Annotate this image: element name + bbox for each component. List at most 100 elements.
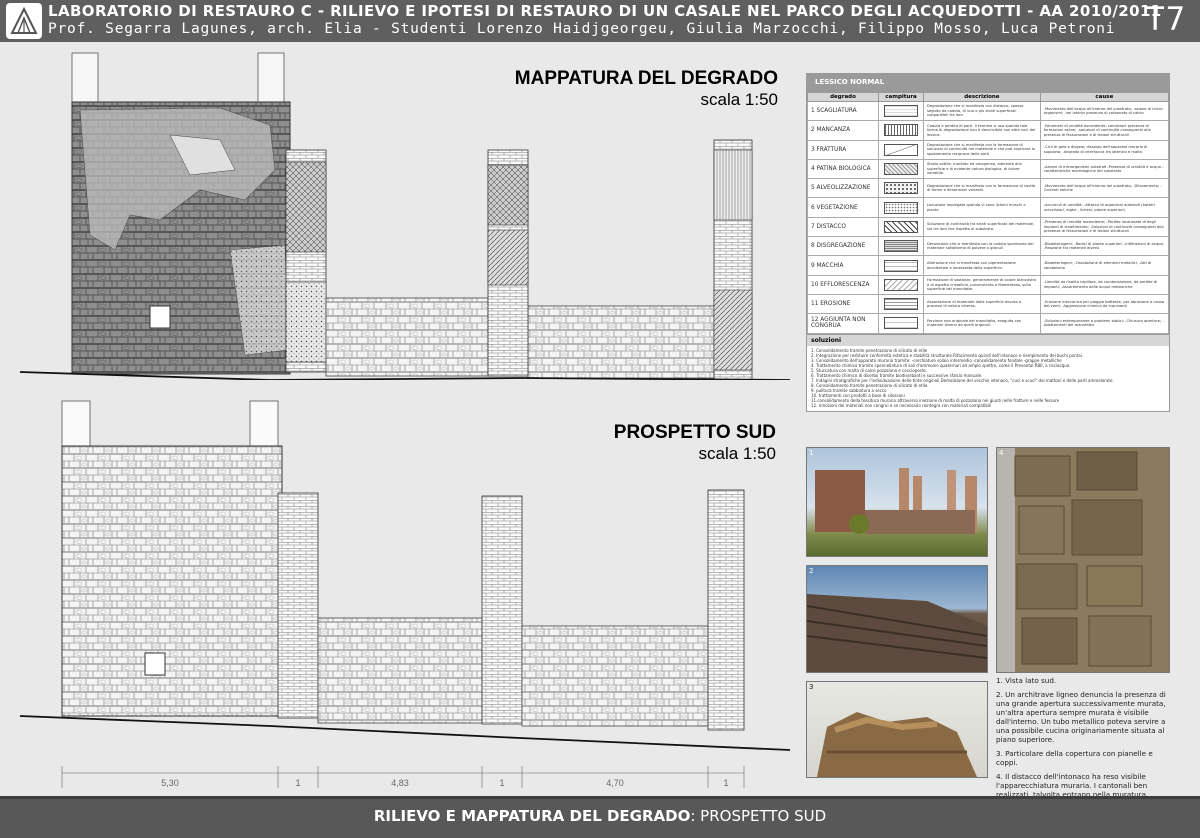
project-title: LABORATORIO DI RESTAURO C - RILIEVO E IP… <box>48 2 1162 20</box>
legend-row: 2 MANCANZA Caduta e perdita di parti. Il … <box>807 120 1170 141</box>
elevation-title: PROSPETTO SUD <box>613 422 776 443</box>
hatch-swatch <box>884 317 918 330</box>
caption-item: 3. Particolare della copertura con piane… <box>996 749 1153 767</box>
photo-number: 1 <box>809 449 814 457</box>
solutions-title: soluzioni <box>807 333 1169 346</box>
sheet-code: T7 <box>1145 0 1186 38</box>
legend-degrado: 12 AGGIUNTA NON CONGRUA <box>807 313 879 334</box>
legend-row: 3 FRATTURA Degradazione che si manifesta … <box>807 139 1170 160</box>
dimension-label: 1 <box>295 778 300 788</box>
legend-campitura <box>878 100 924 122</box>
legend-row: 12 AGGIUNTA NON CONGRUA Porzione non orig… <box>807 313 1170 334</box>
legend-header-campitura: campitura <box>878 92 924 102</box>
legend-degrado: 7 DISTACCO <box>807 216 879 238</box>
legend-cause: -Umidità da risalita capillare, da conde… <box>1039 274 1170 295</box>
photo-roof-detail: 3 <box>806 681 988 778</box>
caption-item: 2. Un architrave ligneo denuncia la pres… <box>996 690 1166 744</box>
legend-cause: -Movimento dell'acqua all'interno del su… <box>1039 178 1170 199</box>
legend-degrado: 5 ALVEOLIZZAZIONE <box>807 178 879 199</box>
mapping-title: MAPPATURA DEL DEGRADO <box>514 68 778 89</box>
legend-campitura <box>878 313 924 334</box>
dimension-label: 1 <box>499 778 504 788</box>
elevation-scale: scala 1:50 <box>698 444 777 463</box>
legend-degrado: 2 MANCANZA <box>807 120 879 141</box>
legend-header-descrizione: descrizione <box>923 92 1041 102</box>
hatch-swatch <box>884 143 918 156</box>
legend-cause: -Erosione meccanica per pioggia battente… <box>1039 293 1170 315</box>
legend-descrizione: Caduta e perdita di parti. Il termine si… <box>923 120 1041 141</box>
photo-masonry-detail: 4 <box>996 447 1170 673</box>
legend-row: 8 DISGREGAZIONE Decoesione che si manifes… <box>807 236 1170 257</box>
hatch-swatch <box>884 105 918 118</box>
legend-row: 6 VEGETAZIONE Locuzione impiegata quando … <box>807 197 1170 218</box>
legend-campitura <box>878 197 924 218</box>
legend-table: degrado campitura descrizione cause 1 SC… <box>807 92 1170 334</box>
footer-title: RILIEVO E MAPPATURA DEL DEGRADO <box>373 807 691 825</box>
legend-cause: -Biodeteriogeni; -Radici di piante super… <box>1039 236 1170 257</box>
mapping-scale: scala 1:50 <box>700 90 779 109</box>
legend-campitura <box>878 139 924 160</box>
hatch-swatch <box>884 124 918 137</box>
legend-descrizione: Degradazione che si manifesta con la for… <box>923 139 1041 160</box>
legend-descrizione: Porzione non originale del manufatto, es… <box>923 313 1041 334</box>
header-bar: LABORATORIO DI RESTAURO C - RILIEVO E IP… <box>0 0 1200 42</box>
hatch-swatch <box>884 163 918 176</box>
legend-header-cause: cause <box>1039 92 1170 102</box>
legend-header-degrado: degrado <box>807 92 879 102</box>
solution-item: 12. rimozioni dei materiali non congrui … <box>811 402 992 408</box>
legend-degrado: 10 EFFLORESCENZA <box>807 274 879 295</box>
legend-descrizione: Degradazione che si manifesta con distac… <box>923 100 1041 122</box>
legend-cause: -Cicli di gelo e disgelo; dissesto dell'… <box>1039 139 1170 160</box>
legend-campitura <box>878 158 924 180</box>
legend-cause: -Biodeteriogeni; -Ossidazione di element… <box>1039 255 1170 276</box>
hatch-swatch <box>884 201 918 214</box>
legend-descrizione: Degradazione che si manifesta con la for… <box>923 178 1041 199</box>
legend-descrizione: Soluzione di continuità tra strati super… <box>923 216 1041 238</box>
photo-south-view: 1 <box>806 447 988 557</box>
dimension-label: 1 <box>723 778 728 788</box>
legend-campitura <box>878 216 924 238</box>
legend-descrizione: Decoesione che si manifesta con la cadut… <box>923 236 1041 257</box>
legend-descrizione: Strato sottile, morbido ed omogeneo, ade… <box>923 158 1041 180</box>
legend-degrado: 8 DISGREGAZIONE <box>807 236 879 257</box>
legend-degrado: 11 EROSIONE <box>807 293 879 315</box>
legend-row: 11 EROSIONE Asportazione di materiale dal… <box>807 293 1170 315</box>
legend-cause: -Soluzioni estemporanee a problemi stati… <box>1039 313 1170 334</box>
legend-descrizione: Alterazione che si manifesta con pigment… <box>923 255 1041 276</box>
dimension-label: 4,83 <box>391 778 409 788</box>
authors-line: Prof. Segarra Lagunes, arch. Elia - Stud… <box>48 21 1116 37</box>
legend-descrizione: Formazione di sostanze, generalmente di … <box>923 274 1041 295</box>
legend-row: 10 EFFLORESCENZA Formazione di sostanze, … <box>807 274 1170 295</box>
legend-row: 1 SCAGLIATURA Degradazione che si manifes… <box>807 100 1170 122</box>
dimension-label: 4,70 <box>606 778 624 788</box>
legend-title: LESSICO NORMAL <box>807 74 1169 92</box>
degradation-legend: LESSICO NORMAL degrado campitura descriz… <box>806 73 1170 412</box>
legend-degrado: 3 FRATTURA <box>807 139 879 160</box>
legend-degrado: 4 PATINA BIOLOGICA <box>807 158 879 180</box>
legend-cause: -Movimento dell'acqua all'interno del su… <box>1039 100 1170 122</box>
hatch-swatch <box>884 278 918 291</box>
legend-campitura <box>878 120 924 141</box>
legend-degrado: 1 SCAGLIATURA <box>807 100 879 122</box>
legend-degrado: 6 VEGETAZIONE <box>807 197 879 218</box>
legend-row: 4 PATINA BIOLOGICA Strato sottile, morbid… <box>807 158 1170 180</box>
legend-campitura <box>878 255 924 276</box>
caption-item: 1. Vista lato sud. <box>996 676 1057 685</box>
legend-degrado: 9 MACCHIA <box>807 255 879 276</box>
legend-campitura <box>878 178 924 199</box>
hatch-swatch <box>884 182 918 195</box>
photo-number: 4 <box>999 449 1004 457</box>
hatch-swatch <box>884 220 918 233</box>
solution-item: 7. Indagini stratigrafiche per l'individ… <box>811 377 1114 383</box>
legend-row: 5 ALVEOLIZZAZIONE Degradazione che si man… <box>807 178 1170 199</box>
legend-row: 9 MACCHIA Alterazione che si manifesta co… <box>807 255 1170 276</box>
footer-bar: RILIEVO E MAPPATURA DEL DEGRADO: PROSPET… <box>0 796 1200 838</box>
photo-number: 2 <box>809 567 814 575</box>
drawing-title-elevation: PROSPETTO SUD scala 1:50 <box>470 422 776 464</box>
legend-rows: 1 SCAGLIATURA Degradazione che si manifes… <box>807 100 1170 334</box>
solutions-list: 1. Consolidamento tramite penetrazione d… <box>807 346 1169 410</box>
dimension-label: 5,30 <box>161 778 179 788</box>
hatch-swatch <box>884 259 918 272</box>
legend-descrizione: Asportazione di materiale dalla superfic… <box>923 293 1041 315</box>
legend-descrizione: Locuzione impiegata quando vi sono liche… <box>923 197 1041 218</box>
